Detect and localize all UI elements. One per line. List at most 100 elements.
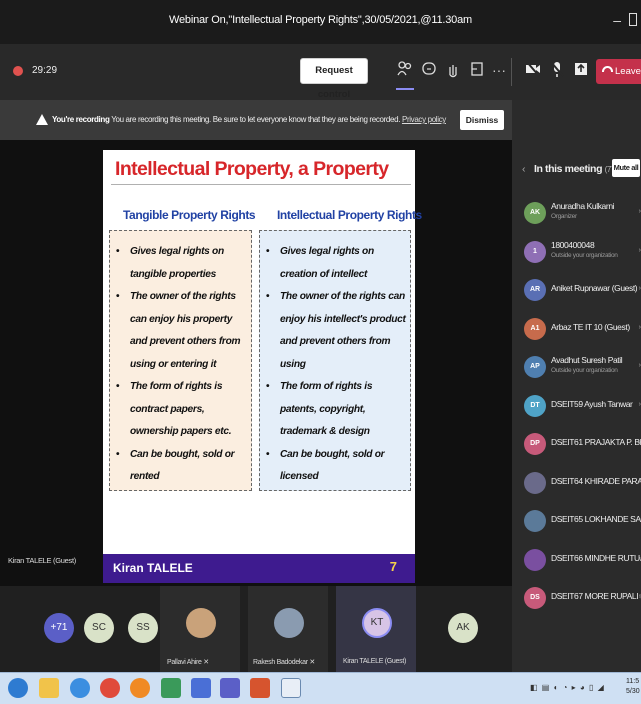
participant-row[interactable]: A1 Arbaz TE IT 10 (Guest) › <box>512 316 641 346</box>
participant-avatar: 1 <box>524 240 546 263</box>
participant-name: Aniket Rupnawar (Guest) <box>551 283 638 293</box>
bullet-item: • The form of rights is patents, copyrigh… <box>266 381 373 437</box>
internet-explorer-icon[interactable] <box>70 678 90 698</box>
chrome-icon[interactable] <box>100 678 120 698</box>
bullet-item: • Gives legal rights on creation of intel… <box>266 246 374 280</box>
maximize-icon[interactable] <box>629 13 637 26</box>
participant-avatar <box>524 548 546 571</box>
participant-avatar: DP <box>524 433 546 455</box>
participant-name-pallavi: Pallavi Ahire ✕ <box>167 659 209 666</box>
participant-name: DSEIT64 KHIRADE PARAG GA... <box>551 475 641 486</box>
share-tray-icon[interactable] <box>572 60 590 80</box>
teams-icon[interactable] <box>220 678 240 698</box>
participant-row[interactable]: AK Anuradha Kulkarni Organizer › <box>512 200 641 230</box>
bullet-item: • Gives legal rights on tangible properti… <box>116 246 224 280</box>
rooms-icon[interactable] <box>468 60 486 80</box>
camera-off-icon[interactable] <box>524 60 542 80</box>
recording-message: You're recording You are recording this … <box>52 115 446 124</box>
tangible-box: • Gives legal rights on tangible properti… <box>109 230 252 491</box>
bullet-item: • Can be bought, sold or licensed <box>266 448 385 483</box>
excel-icon[interactable] <box>161 678 181 698</box>
participant-avatar <box>524 510 546 532</box>
windows-taskbar: ◧ ▤ ◐ ◔ ▸ ◕ ▯ ◢ 11:5 5/30 <box>0 672 641 704</box>
chevron-left-icon[interactable]: ‹ <box>522 163 526 175</box>
participant-row[interactable]: DSEIT65 LOKHANDE SAMIKS...› <box>512 508 641 538</box>
participant-photo-pallavi <box>186 608 216 638</box>
participant-row[interactable]: DT DSEIT59 Ayush Tanwar › <box>512 393 641 423</box>
privacy-policy-link[interactable]: Privacy policy <box>402 115 446 124</box>
more-options-icon[interactable]: ··· <box>490 60 508 80</box>
meeting-toolbar: 29:29 Request control ··· Leave <box>0 44 641 100</box>
notepad-icon[interactable] <box>281 678 301 698</box>
participant-subtitle: Outside your organization <box>551 367 618 374</box>
title-bar: Webinar On,"Intellectual Property Rights… <box>0 0 641 44</box>
participant-row[interactable]: 1 1800400048 Outside your organization › <box>512 239 641 269</box>
participant-name-kiran: Kiran TALELE (Guest) <box>343 658 406 665</box>
bullet-item: • Can be bought, sold or rented <box>116 448 235 483</box>
participant-avatar: AP <box>524 356 546 378</box>
participant-avatar: A1 <box>524 317 546 340</box>
participant-row[interactable]: DSEIT66 MINDHE RUTUJA RA...› <box>512 547 641 577</box>
presenter-name-tag: Kiran TALELE (Guest) <box>8 556 76 565</box>
participant-name: Anuradha Kulkarni <box>551 201 615 211</box>
chat-icon[interactable] <box>420 60 438 80</box>
participant-row[interactable]: DPDSEIT61 PRAJAKTA P. BHOSA...› <box>512 431 641 461</box>
phone-icon <box>602 66 613 72</box>
mic-off-icon[interactable] <box>548 60 566 80</box>
firefox-icon[interactable] <box>130 678 150 698</box>
participant-avatar: DT <box>524 394 546 417</box>
participant-name: DSEIT65 LOKHANDE SAMIKS... <box>551 514 641 524</box>
participant-avatar <box>524 471 546 494</box>
participant-row[interactable]: AR Aniket Rupnawar (Guest) › <box>512 277 641 307</box>
dismiss-button[interactable]: Dismiss <box>460 110 504 130</box>
minimize-icon[interactable]: – <box>613 12 621 28</box>
mic-muted-icon: ✕ <box>203 659 209 666</box>
bullet-item: • The owner of the rights can enjoy his i… <box>266 291 406 370</box>
raise-hand-icon[interactable] <box>444 60 462 80</box>
file-explorer-icon[interactable] <box>39 678 59 698</box>
recording-dot-icon <box>13 66 23 76</box>
participant-row[interactable]: AP Avadhut Suresh Patil Outside your organ… <box>512 354 641 384</box>
slide-footer: Kiran TALELE 7 <box>103 554 415 583</box>
participant-name: DSEIT61 PRAJAKTA P. BHOSA... <box>551 437 641 447</box>
request-control-button[interactable]: Request control <box>300 58 368 100</box>
participant-name: Avadhut Suresh Patil <box>551 355 623 365</box>
slide-page-number: 7 <box>389 559 397 574</box>
bullet-item: • The form of rights is contract papers, … <box>116 381 232 437</box>
taskbar-clock[interactable]: 11:5 5/30 <box>626 677 640 697</box>
system-tray-icons[interactable]: ◧ ▤ ◐ ◔ ▸ ◕ ▯ ◢ <box>530 683 605 692</box>
participant-avatar-ss[interactable]: SS <box>128 613 158 643</box>
mic-muted-icon: ✕ <box>309 659 315 666</box>
leave-button[interactable]: Leave <box>596 59 641 84</box>
participant-avatar-ak[interactable]: AK <box>448 613 478 643</box>
participant-photo-rakesh <box>274 608 304 638</box>
leave-label: Leave <box>615 66 641 77</box>
start-button-icon[interactable] <box>8 678 28 698</box>
active-tab-indicator <box>396 88 414 90</box>
participant-row[interactable]: DSDSEIT67 MORE RUPALI SUDH...› <box>512 585 641 615</box>
panel-title: In this meeting (77) <box>534 163 618 175</box>
mute-all-button[interactable]: Mute all <box>612 159 640 177</box>
powerpoint-icon[interactable] <box>250 678 270 698</box>
warning-icon <box>36 114 48 125</box>
participant-name: Arbaz TE IT 10 (Guest) <box>551 321 630 332</box>
participant-avatar-sc[interactable]: SC <box>84 613 114 643</box>
presentation-slide: Intellectual Property, a Property Tangib… <box>103 150 422 583</box>
tangible-heading: Tangible Property Rights <box>123 208 256 222</box>
participant-subtitle: Organizer <box>551 213 577 220</box>
intellectual-box: • Gives legal rights on creation of intel… <box>259 230 411 491</box>
recording-label: You're recording <box>52 115 110 124</box>
overflow-participants-button[interactable]: +71 <box>44 613 74 643</box>
participants-panel: ‹ In this meeting (77) Mute all AK Anurad… <box>512 100 641 672</box>
slide-title-rule <box>111 184 411 185</box>
participant-name: DSEIT66 MINDHE RUTUJA RA... <box>551 552 641 563</box>
participant-row[interactable]: DSEIT64 KHIRADE PARAG GA...› <box>512 470 641 500</box>
participant-avatar-kt: KT <box>362 608 392 638</box>
participant-subtitle: Outside your organization <box>551 251 618 259</box>
people-icon[interactable] <box>396 60 414 80</box>
participant-avatar: AR <box>524 279 546 301</box>
slide-title: Intellectual Property, a Property <box>115 158 389 180</box>
participant-name: DSEIT67 MORE RUPALI SUDH... <box>551 591 641 601</box>
outlook-icon[interactable] <box>191 678 211 698</box>
slide-footer-name: Kiran TALELE <box>113 561 193 575</box>
